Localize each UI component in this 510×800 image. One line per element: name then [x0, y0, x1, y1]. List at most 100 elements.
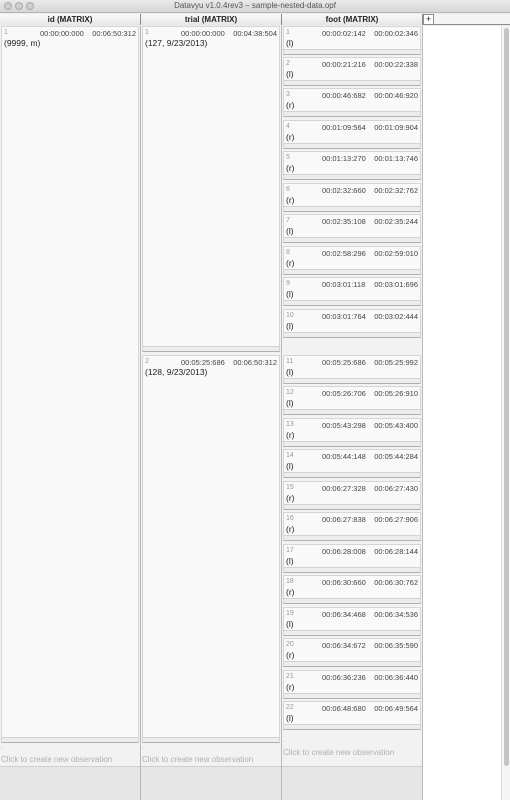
cell-onset[interactable]: 00:00:21:216	[322, 60, 366, 69]
observation-cell[interactable]: 6 00:02:32:660 00:02:32:762 (r)	[283, 183, 421, 212]
create-new-observation-button[interactable]: Click to create new observation	[142, 755, 253, 764]
cell-offset[interactable]: 00:05:43:400	[374, 421, 418, 430]
observation-cell[interactable]: 13 00:05:43:298 00:05:43:400 (r)	[283, 418, 421, 447]
cell-offset[interactable]: 00:05:26:910	[374, 389, 418, 398]
scrollbar-thumb[interactable]	[504, 28, 509, 766]
cell-value[interactable]: (r)	[286, 524, 295, 534]
cell-offset[interactable]: 00:06:36:440	[374, 673, 418, 682]
observation-cell[interactable]: 5 00:01:13:270 00:01:13:746 (r)	[283, 151, 421, 180]
cell-onset[interactable]: 00:03:01:118	[322, 280, 365, 289]
cell-offset[interactable]: 00:06:27:906	[374, 515, 418, 524]
cell-offset[interactable]: 00:02:59:010	[374, 249, 418, 258]
cell-value[interactable]: (r)	[286, 430, 295, 440]
cell-offset[interactable]: 00:02:32:762	[374, 186, 418, 195]
cell-offset[interactable]: 00:01:13:746	[374, 154, 418, 163]
cell-onset[interactable]: 00:00:00:000	[40, 29, 84, 38]
cell-value[interactable]: (r)	[286, 587, 295, 597]
cell-onset[interactable]: 00:02:32:660	[322, 186, 366, 195]
cell-onset[interactable]: 00:05:25:686	[322, 358, 366, 367]
observation-cell[interactable]: 22 00:06:48:680 00:06:49:564 (l)	[283, 701, 421, 730]
cell-onset[interactable]: 00:06:34:468	[322, 610, 366, 619]
observation-cell[interactable]: 20 00:06:34:672 00:06:35:590 (r)	[283, 638, 421, 667]
cell-value[interactable]: (r)	[286, 163, 295, 173]
cell-value[interactable]: (r)	[286, 132, 295, 142]
cell-offset[interactable]: 00:06:30:762	[374, 578, 418, 587]
cell-offset[interactable]: 00:02:35:244	[374, 217, 418, 226]
create-new-observation-button[interactable]: Click to create new observation	[283, 748, 394, 757]
cell-value[interactable]: (128, 9/23/2013)	[145, 367, 207, 377]
observation-cell[interactable]: 3 00:00:46:682 00:00:46:920 (r)	[283, 88, 421, 117]
cell-onset[interactable]: 00:05:26:706	[322, 389, 366, 398]
observation-cell[interactable]: 8 00:02:58:296 00:02:59:010 (r)	[283, 246, 421, 275]
add-column-button[interactable]: +	[423, 14, 434, 25]
cell-offset[interactable]: 00:05:25:992	[374, 358, 418, 367]
observation-cell[interactable]: 14 00:05:44:148 00:05:44:284 (l)	[283, 449, 421, 478]
observation-cell[interactable]: 12 00:05:26:706 00:05:26:910 (l)	[283, 386, 421, 415]
observation-cell[interactable]: 1 00:00:00:000 00:06:50:312 (9999, m)	[1, 26, 139, 743]
create-new-observation-button[interactable]: Click to create new observation	[1, 755, 112, 764]
cell-onset[interactable]: 00:05:25:686	[181, 358, 225, 367]
cell-value[interactable]: (r)	[286, 650, 295, 660]
cell-offset[interactable]: 00:06:50:312	[233, 358, 277, 367]
column-header-id[interactable]: id (MATRIX)	[0, 14, 141, 25]
column-header-trial[interactable]: trial (MATRIX)	[141, 14, 282, 25]
cell-offset[interactable]: 00:00:02:346	[374, 29, 418, 38]
cell-onset[interactable]: 00:00:00:000	[181, 29, 225, 38]
cell-value[interactable]: (127, 9/23/2013)	[145, 38, 207, 48]
cell-value[interactable]: (r)	[286, 195, 295, 205]
cell-value[interactable]: (l)	[286, 69, 294, 79]
observation-cell[interactable]: 19 00:06:34:468 00:06:34:536 (l)	[283, 607, 421, 636]
cell-offset[interactable]: 00:00:46:920	[374, 91, 418, 100]
observation-cell[interactable]: 4 00:01:09:564 00:01:09:904 (r)	[283, 120, 421, 149]
observation-cell[interactable]: 18 00:06:30:660 00:06:30:762 (r)	[283, 575, 421, 604]
cell-offset[interactable]: 00:06:34:536	[374, 610, 418, 619]
cell-offset[interactable]: 00:00:22:338	[374, 60, 418, 69]
cell-offset[interactable]: 00:06:27:430	[374, 484, 418, 493]
cell-offset[interactable]: 00:03:01:696	[374, 280, 418, 289]
cell-onset[interactable]: 00:05:44:148	[322, 452, 366, 461]
cell-value[interactable]: (r)	[286, 258, 295, 268]
cell-onset[interactable]: 00:06:36:236	[322, 673, 366, 682]
cell-value[interactable]: (r)	[286, 682, 295, 692]
cell-onset[interactable]: 00:06:30:660	[322, 578, 366, 587]
cell-value[interactable]: (l)	[286, 226, 294, 236]
cell-offset[interactable]: 00:03:02:444	[374, 312, 418, 321]
observation-cell[interactable]: 21 00:06:36:236 00:06:36:440 (r)	[283, 670, 421, 699]
vertical-scrollbar[interactable]	[501, 26, 510, 800]
cell-value[interactable]: (l)	[286, 713, 294, 723]
cell-offset[interactable]: 00:06:28:144	[374, 547, 418, 556]
observation-cell[interactable]: 7 00:02:35:108 00:02:35:244 (l)	[283, 214, 421, 243]
cell-onset[interactable]: 00:02:35:108	[322, 217, 366, 226]
observation-cell[interactable]: 11 00:05:25:686 00:05:25:992 (l)	[283, 355, 421, 384]
observation-cell[interactable]: 16 00:06:27:838 00:06:27:906 (r)	[283, 512, 421, 541]
cell-value[interactable]: (l)	[286, 398, 294, 408]
cell-onset[interactable]: 00:06:27:838	[322, 515, 366, 524]
cell-value[interactable]: (l)	[286, 556, 294, 566]
cell-onset[interactable]: 00:00:46:682	[322, 91, 366, 100]
cell-onset[interactable]: 00:01:13:270	[322, 154, 366, 163]
cell-value[interactable]: (l)	[286, 289, 294, 299]
cell-value[interactable]: (l)	[286, 321, 294, 331]
cell-onset[interactable]: 00:01:09:564	[322, 123, 366, 132]
cell-onset[interactable]: 00:06:48:680	[322, 704, 366, 713]
observation-cell[interactable]: 10 00:03:01:764 00:03:02:444 (l)	[283, 309, 421, 338]
cell-offset[interactable]: 00:06:50:312	[92, 29, 136, 38]
cell-onset[interactable]: 00:06:27:328	[322, 484, 366, 493]
cell-value[interactable]: (l)	[286, 619, 294, 629]
cell-onset[interactable]: 00:02:58:296	[322, 249, 366, 258]
cell-onset[interactable]: 00:05:43:298	[322, 421, 366, 430]
cell-value[interactable]: (r)	[286, 100, 295, 110]
cell-offset[interactable]: 00:06:49:564	[374, 704, 418, 713]
cell-value[interactable]: (l)	[286, 461, 294, 471]
observation-cell[interactable]: 1 00:00:02:142 00:00:02:346 (l)	[283, 26, 421, 55]
column-header-foot[interactable]: foot (MATRIX)	[282, 14, 423, 25]
observation-cell[interactable]: 2 00:00:21:216 00:00:22:338 (l)	[283, 57, 421, 86]
cell-onset[interactable]: 00:03:01:764	[322, 312, 366, 321]
cell-value[interactable]: (r)	[286, 493, 295, 503]
cell-offset[interactable]: 00:05:44:284	[374, 452, 418, 461]
cell-value[interactable]: (9999, m)	[4, 38, 40, 48]
cell-offset[interactable]: 00:04:38:504	[233, 29, 277, 38]
observation-cell[interactable]: 17 00:06:28:008 00:06:28:144 (l)	[283, 544, 421, 573]
cell-offset[interactable]: 00:06:35:590	[374, 641, 418, 650]
cell-onset[interactable]: 00:06:34:672	[322, 641, 366, 650]
